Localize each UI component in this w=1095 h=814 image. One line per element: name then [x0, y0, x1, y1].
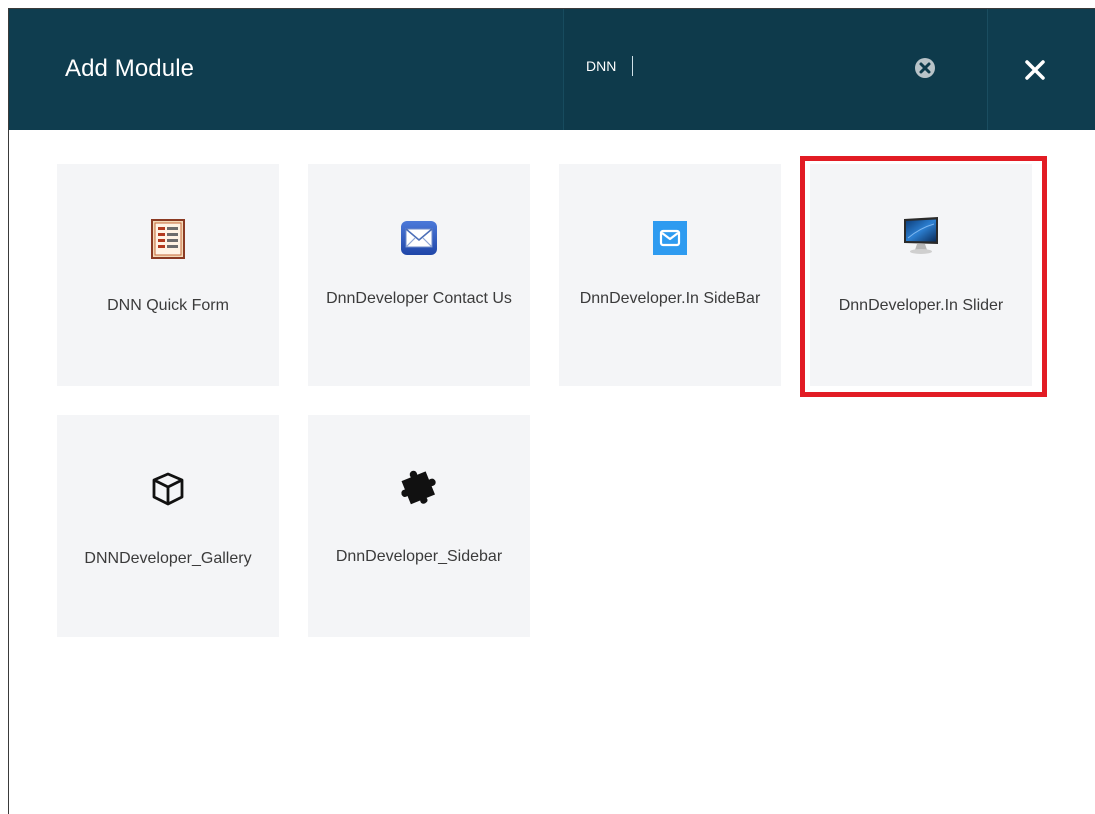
cube-icon [57, 471, 279, 507]
module-label: DnnDeveloper.In Slider [838, 297, 1004, 314]
dialog-header: Add Module [9, 9, 1095, 130]
search-input[interactable] [586, 58, 886, 74]
module-label: DnnDeveloper_Sidebar [335, 548, 503, 565]
text-caret [632, 56, 633, 76]
module-tile-contact-us[interactable]: DnnDeveloper Contact Us [308, 164, 530, 386]
module-tile-slider[interactable]: DnnDeveloper.In Slider [810, 164, 1032, 386]
add-module-dialog: Add Module DNN DNN Quick Form DnnDevelop… [8, 8, 1095, 814]
close-area [987, 9, 1095, 130]
clear-search-icon[interactable] [914, 57, 936, 79]
monitor-icon [810, 216, 1032, 256]
module-tile-sidebar[interactable]: DnnDeveloper.In SideBar [559, 164, 781, 386]
form-document-icon [57, 219, 279, 259]
module-label: DnnDeveloper Contact Us [326, 290, 512, 307]
dialog-title: Add Module [65, 55, 195, 82]
search-box [563, 9, 988, 130]
module-tile-dnn-quick-form[interactable]: DNN Quick Form [57, 164, 279, 386]
module-label: DNNDeveloper_Gallery [84, 550, 252, 567]
puzzle-piece-icon [308, 467, 530, 507]
mail-badge-icon [559, 221, 781, 255]
close-icon[interactable] [1024, 59, 1046, 81]
module-tile-gallery[interactable]: DNNDeveloper_Gallery [57, 415, 279, 637]
module-label: DNN Quick Form [107, 297, 229, 314]
envelope-icon [308, 220, 530, 256]
module-tile-sidebar-2[interactable]: DnnDeveloper_Sidebar [308, 415, 530, 637]
module-label: DnnDeveloper.In SideBar [579, 290, 761, 307]
